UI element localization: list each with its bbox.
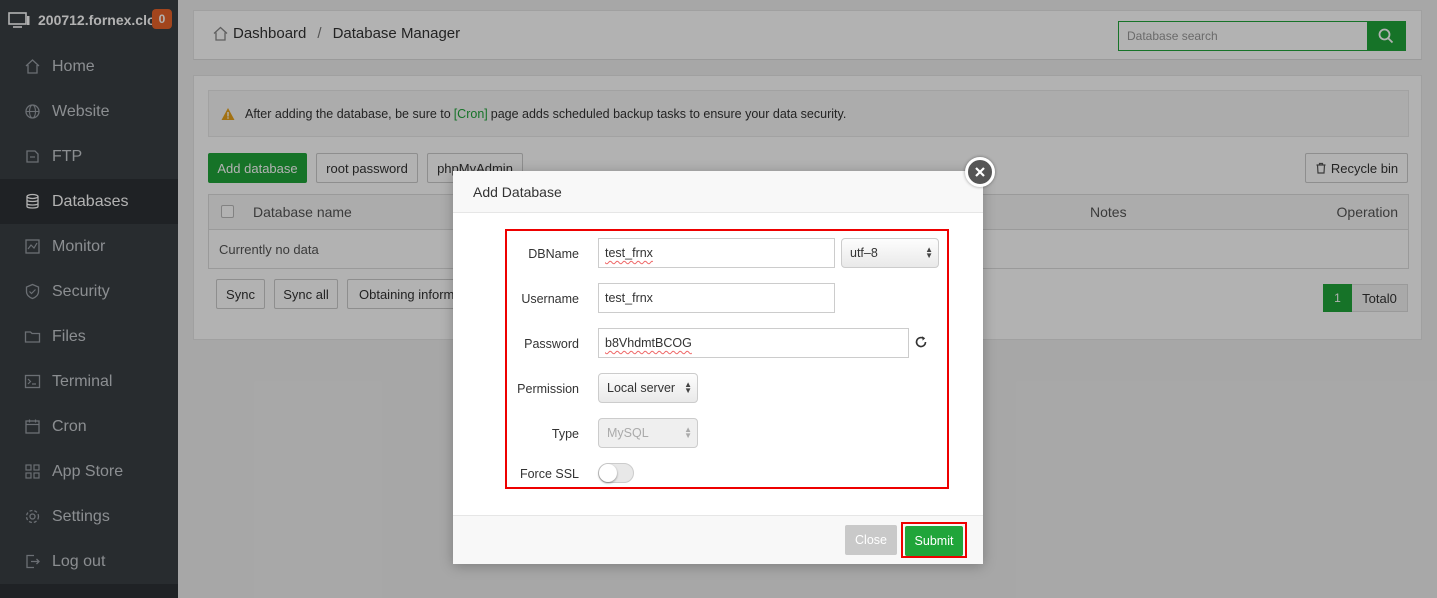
select-arrows-icon: ▲ ▼: [684, 425, 692, 440]
submit-button[interactable]: Submit: [905, 526, 963, 556]
modal-close-button[interactable]: [965, 157, 995, 187]
username-input[interactable]: test_frnx: [598, 283, 835, 313]
charset-value: utf–8: [850, 246, 878, 260]
toggle-knob: [599, 464, 617, 482]
close-button[interactable]: Close: [845, 525, 897, 555]
refresh-password-icon[interactable]: [914, 335, 928, 349]
close-icon: [975, 167, 985, 177]
permission-value: Local server: [607, 381, 676, 395]
form-highlight-box: DBName test_frnx utf–8 ▲ ▼ Username test_…: [505, 229, 949, 489]
force-ssl-toggle[interactable]: [598, 463, 634, 483]
type-select: MySQL ▲ ▼: [598, 418, 698, 448]
dbname-input[interactable]: test_frnx: [598, 238, 835, 268]
charset-select[interactable]: utf–8 ▲ ▼: [841, 238, 939, 268]
permission-label: Permission: [517, 382, 579, 396]
password-input[interactable]: b8VhdmtBCOG: [598, 328, 909, 358]
modal-title: Add Database: [453, 171, 983, 213]
type-label: Type: [551, 427, 579, 441]
type-value: MySQL: [607, 426, 649, 440]
dbname-label: DBName: [528, 247, 579, 261]
username-label: Username: [521, 292, 579, 306]
password-label: Password: [524, 337, 579, 351]
permission-select[interactable]: Local server ▲ ▼: [598, 373, 698, 403]
force-ssl-label: Force SSL: [519, 467, 579, 481]
modal-footer: Close Submit: [453, 515, 983, 564]
select-arrows-icon: ▲ ▼: [684, 380, 692, 395]
select-arrows-icon: ▲ ▼: [925, 245, 933, 260]
add-database-modal: Add Database DBName test_frnx utf–8 ▲ ▼ U…: [453, 157, 995, 564]
submit-highlight-box: Submit: [901, 522, 967, 558]
